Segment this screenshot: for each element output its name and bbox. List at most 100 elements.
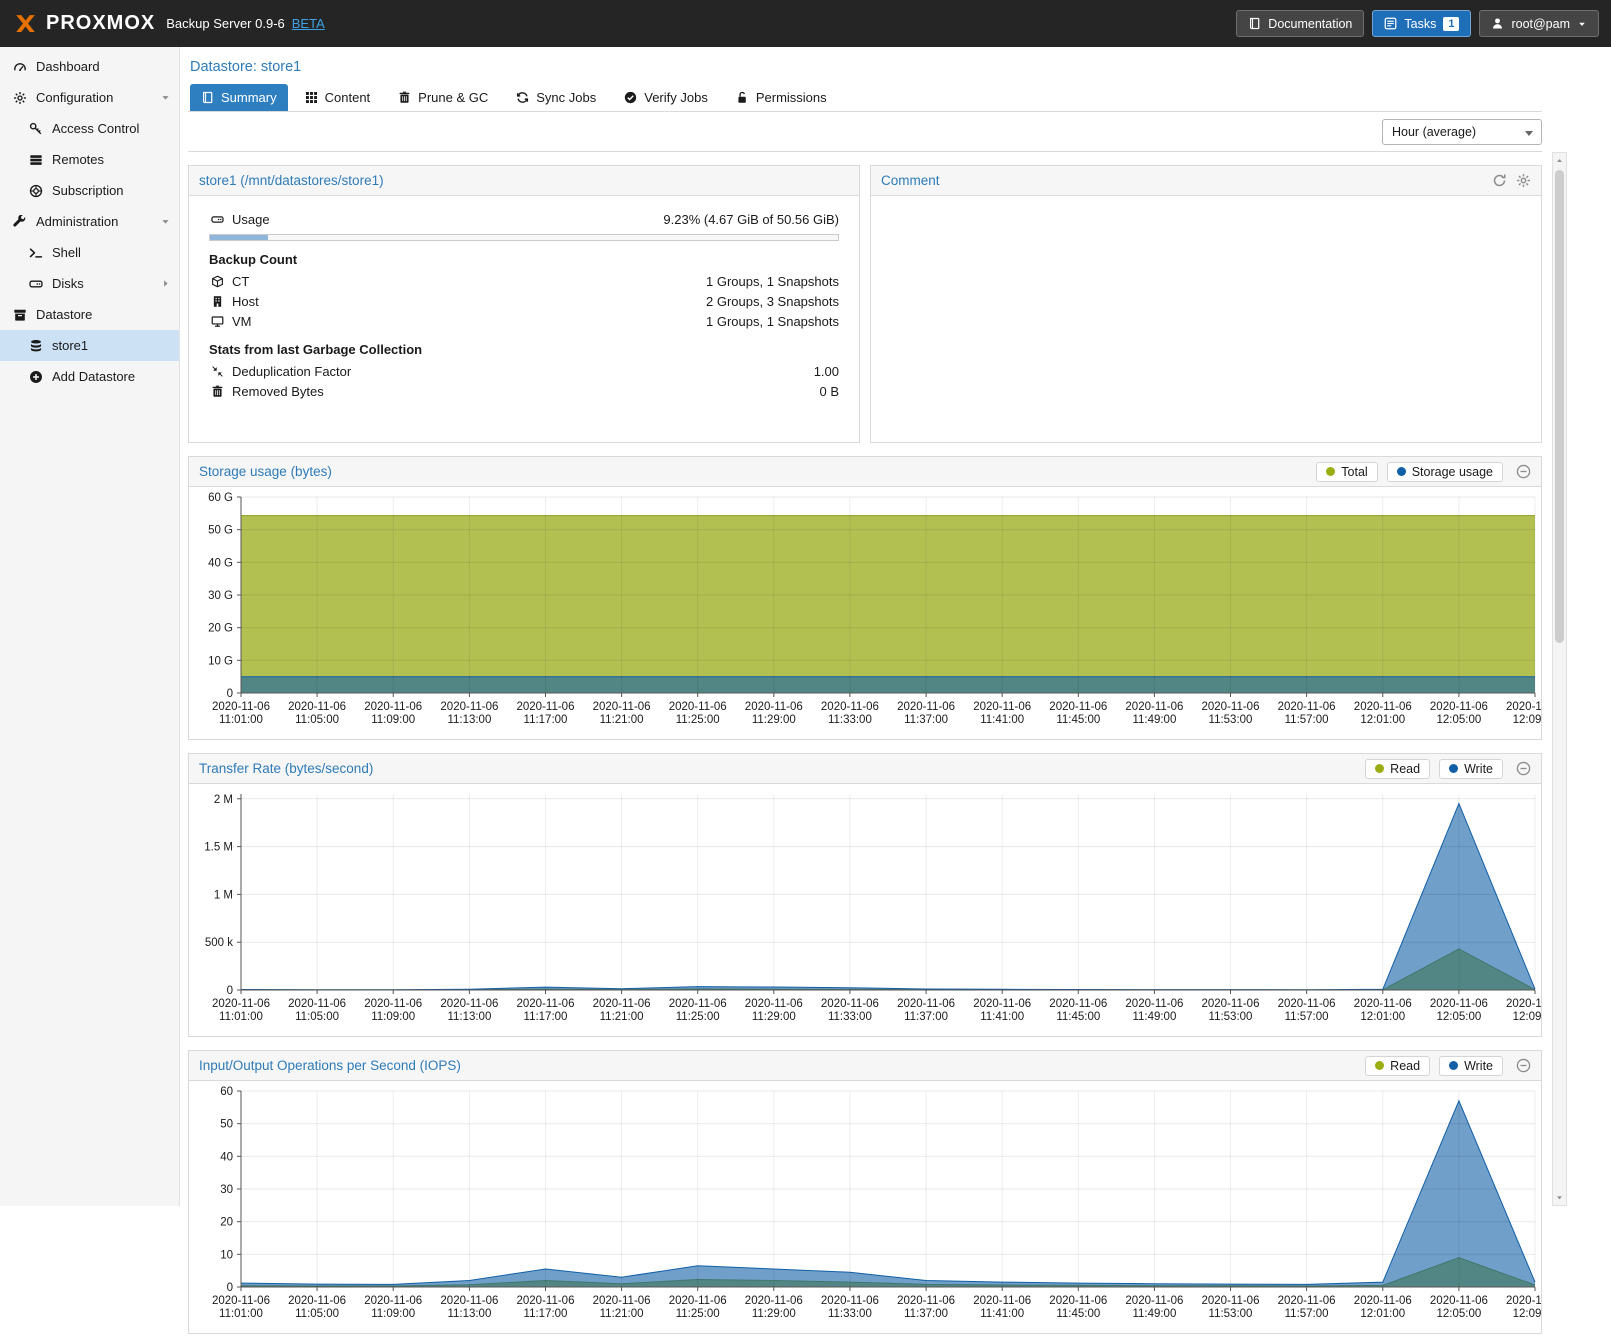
svg-text:2020-11-06: 2020-11-06 <box>1202 1295 1260 1307</box>
svg-text:11:01:00: 11:01:00 <box>219 714 263 726</box>
sidebar-item-disks[interactable]: Disks <box>0 268 179 299</box>
chevron-down-icon <box>1525 131 1533 136</box>
legend-dot <box>1326 467 1335 476</box>
sidebar-item-dashboard[interactable]: Dashboard <box>0 51 179 82</box>
legend-dot <box>1375 1061 1384 1070</box>
tab-prune-gc[interactable]: Prune & GC <box>387 84 499 111</box>
scroll-down-button[interactable] <box>1553 1190 1566 1205</box>
tab-verify-jobs[interactable]: Verify Jobs <box>613 84 719 111</box>
panel-title: Input/Output Operations per Second (IOPS… <box>199 1058 461 1073</box>
tab-content[interactable]: Content <box>294 84 382 111</box>
sidebar-item-store1[interactable]: store1 <box>0 330 179 361</box>
usage-value: 9.23% (4.67 GiB of 50.56 GiB) <box>663 212 839 227</box>
beta-link[interactable]: BETA <box>292 16 325 31</box>
svg-text:11:53:00: 11:53:00 <box>1209 1011 1253 1023</box>
storage-usage-panel: Storage usage (bytes)TotalStorage usage0… <box>188 456 1542 740</box>
svg-text:2020-11-06: 2020-11-06 <box>593 998 651 1010</box>
tasks-button[interactable]: Tasks 1 <box>1372 10 1471 37</box>
legend-total[interactable]: Total <box>1316 462 1377 482</box>
sidebar-item-configuration[interactable]: Configuration <box>0 82 179 113</box>
tab-bar: SummaryContentPrune & GCSync JobsVerify … <box>188 84 1542 112</box>
vertical-scrollbar[interactable] <box>1552 152 1567 1206</box>
brand-name: PROXMOX <box>46 12 155 35</box>
svg-text:2020-11-06: 2020-11-06 <box>1049 701 1107 713</box>
sync-icon <box>516 91 529 104</box>
svg-text:12:09:00: 12:09:00 <box>1513 1011 1541 1023</box>
collapse-icon[interactable] <box>1516 1058 1531 1073</box>
svg-text:2020-11-06: 2020-11-06 <box>1278 701 1336 713</box>
legend-write[interactable]: Write <box>1439 759 1503 779</box>
removed-bytes-row: Removed Bytes0 B <box>209 381 839 401</box>
legend-storage-usage[interactable]: Storage usage <box>1387 462 1503 482</box>
svg-text:2020-11-06: 2020-11-06 <box>745 998 803 1010</box>
scrollbar-thumb[interactable] <box>1555 170 1564 643</box>
user-menu-button[interactable]: root@pam <box>1479 10 1599 37</box>
row-value: 1 Groups, 1 Snapshots <box>706 314 839 329</box>
svg-text:60 G: 60 G <box>208 492 233 504</box>
sidebar-item-add-datastore[interactable]: Add Datastore <box>0 361 179 392</box>
host-row: Host2 Groups, 3 Snapshots <box>209 291 839 311</box>
sidebar-item-label: Access Control <box>52 121 139 136</box>
iops-chart: 01020304050602020-11-0611:01:002020-11-0… <box>189 1081 1541 1333</box>
legend-read[interactable]: Read <box>1365 1056 1430 1076</box>
svg-text:2020-11-06: 2020-11-06 <box>212 1295 270 1307</box>
gear-icon[interactable] <box>1516 173 1531 188</box>
svg-text:2020-11-06: 2020-11-06 <box>1430 701 1488 713</box>
timeframe-select[interactable]: Hour (average) <box>1382 119 1542 145</box>
book-icon <box>201 91 214 104</box>
documentation-button[interactable]: Documentation <box>1236 10 1364 37</box>
scroll-up-button[interactable] <box>1553 153 1566 168</box>
tab-permissions[interactable]: Permissions <box>725 84 838 111</box>
tab-label: Permissions <box>756 90 827 105</box>
svg-text:2020-11-06: 2020-11-06 <box>1506 701 1541 713</box>
svg-text:11:21:00: 11:21:00 <box>600 1308 644 1320</box>
svg-text:11:37:00: 11:37:00 <box>904 1308 948 1320</box>
gear-icon <box>12 91 28 105</box>
refresh-icon[interactable] <box>1492 173 1507 188</box>
usage-label: Usage <box>232 212 270 227</box>
collapse-icon[interactable] <box>1516 464 1531 479</box>
sidebar-item-administration[interactable]: Administration <box>0 206 179 237</box>
svg-text:11:41:00: 11:41:00 <box>980 1011 1024 1023</box>
svg-text:2020-11-06: 2020-11-06 <box>1278 1295 1336 1307</box>
legend-read[interactable]: Read <box>1365 759 1430 779</box>
rows-icon <box>28 153 44 167</box>
svg-text:12:09:00: 12:09:00 <box>1513 714 1541 726</box>
svg-text:20 G: 20 G <box>208 623 233 635</box>
svg-text:11:29:00: 11:29:00 <box>752 1308 796 1320</box>
svg-text:1.5 M: 1.5 M <box>204 842 233 854</box>
svg-text:2020-11-06: 2020-11-06 <box>440 1295 498 1307</box>
building-icon <box>209 295 225 308</box>
svg-text:2020-11-06: 2020-11-06 <box>821 1295 879 1307</box>
svg-text:2020-11-06: 2020-11-06 <box>1354 701 1412 713</box>
svg-text:2020-11-06: 2020-11-06 <box>593 1295 651 1307</box>
sidebar-item-remotes[interactable]: Remotes <box>0 144 179 175</box>
collapse-icon[interactable] <box>1516 761 1531 776</box>
legend-dot <box>1397 467 1406 476</box>
sidebar: DashboardConfiguration Access Control Remo… <box>0 47 180 1206</box>
legend-dot <box>1449 764 1458 773</box>
legend-write[interactable]: Write <box>1439 1056 1503 1076</box>
storage-usage-chart: 010 G20 G30 G40 G50 G60 G2020-11-0611:01… <box>189 487 1541 739</box>
svg-text:11:41:00: 11:41:00 <box>980 714 1024 726</box>
svg-text:11:25:00: 11:25:00 <box>676 714 720 726</box>
svg-text:2020-11-06: 2020-11-06 <box>973 1295 1031 1307</box>
row-value: 2 Groups, 3 Snapshots <box>706 294 839 309</box>
tab-sync-jobs[interactable]: Sync Jobs <box>505 84 607 111</box>
sidebar-item-subscription[interactable]: Subscription <box>0 175 179 206</box>
svg-text:11:25:00: 11:25:00 <box>676 1308 720 1320</box>
row-label: Removed Bytes <box>232 384 324 399</box>
sidebar-item-datastore[interactable]: Datastore <box>0 299 179 330</box>
sidebar-item-access-control[interactable]: Access Control <box>0 113 179 144</box>
svg-text:11:21:00: 11:21:00 <box>600 714 644 726</box>
database-icon <box>28 339 44 353</box>
check-circle-icon <box>624 91 637 104</box>
svg-text:11:37:00: 11:37:00 <box>904 714 948 726</box>
svg-text:2020-11-06: 2020-11-06 <box>288 701 346 713</box>
key-icon <box>28 122 44 136</box>
comment-body[interactable] <box>871 196 1541 222</box>
tab-summary[interactable]: Summary <box>190 84 288 111</box>
sidebar-item-label: Subscription <box>52 183 124 198</box>
sidebar-item-shell[interactable]: Shell <box>0 237 179 268</box>
svg-text:11:09:00: 11:09:00 <box>371 1308 415 1320</box>
